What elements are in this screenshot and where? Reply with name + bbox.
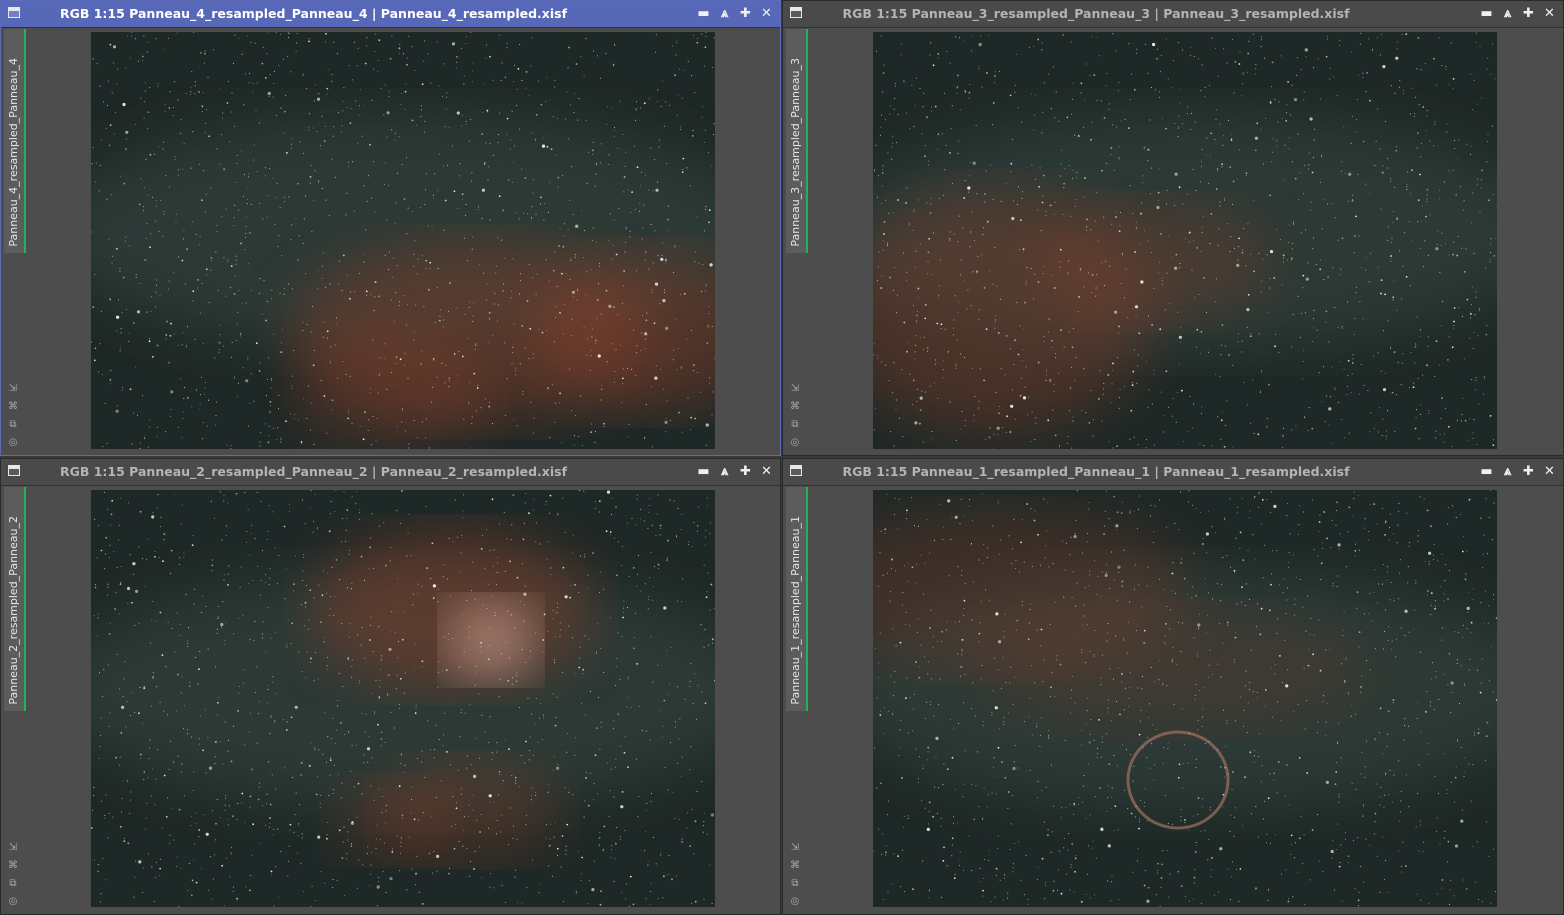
minimize-icon[interactable]: ▬ (696, 464, 711, 479)
view-id-tab[interactable]: Panneau_1_resampled_Panneau_1 (786, 487, 808, 711)
astro-image (91, 32, 715, 449)
image-window-panneau-1[interactable]: RGB 1:15 Panneau_1_resampled_Panneau_1 |… (782, 458, 1564, 915)
mask-icon[interactable]: ◎ (7, 896, 19, 908)
window-menu-icon[interactable] (790, 465, 802, 476)
window-title: RGB 1:15 Panneau_1_resampled_Panneau_1 |… (842, 464, 1350, 479)
zoom-icon[interactable]: ⌘ (789, 860, 801, 872)
window-title: RGB 1:15 Panneau_4_resampled_Panneau_4 |… (59, 6, 568, 21)
shade-icon[interactable]: ⩓ (1500, 464, 1515, 479)
maximize-icon[interactable]: ✚ (738, 464, 753, 479)
image-window-panneau-2[interactable]: RGB 1:15 Panneau_2_resampled_Panneau_2 |… (0, 458, 781, 915)
view-id-label: Panneau_2_resampled_Panneau_2 (7, 516, 20, 705)
image-canvas[interactable] (91, 32, 715, 449)
zoom-icon[interactable]: ⌘ (7, 401, 19, 413)
view-id-tab[interactable]: Panneau_4_resampled_Panneau_4 (4, 29, 26, 253)
mask-icon[interactable]: ◎ (789, 437, 801, 449)
view-id-label: Panneau_3_resampled_Panneau_3 (789, 58, 802, 247)
maximize-icon[interactable]: ✚ (1521, 464, 1536, 479)
close-icon[interactable]: ✕ (1542, 464, 1557, 479)
astro-image (873, 32, 1497, 449)
shade-icon[interactable]: ⩓ (1500, 6, 1515, 21)
close-icon[interactable]: ✕ (1542, 6, 1557, 21)
image-window-panneau-3[interactable]: RGB 1:15 Panneau_3_resampled_Panneau_3 |… (782, 0, 1564, 456)
window-menu-icon[interactable] (790, 7, 802, 18)
minimize-icon[interactable]: ▬ (696, 6, 711, 21)
clone-icon[interactable]: ⧉ (789, 419, 801, 431)
minimize-icon[interactable]: ▬ (1479, 6, 1494, 21)
window-menu-icon[interactable] (8, 465, 20, 476)
maximize-icon[interactable]: ✚ (738, 6, 753, 21)
close-icon[interactable]: ✕ (759, 6, 774, 21)
window-titlebar[interactable]: RGB 1:15 Panneau_3_resampled_Panneau_3 |… (783, 1, 1563, 28)
window-titlebar[interactable]: RGB 1:15 Panneau_1_resampled_Panneau_1 |… (783, 459, 1563, 486)
fit-view-icon[interactable]: ⇲ (7, 842, 19, 854)
fit-view-icon[interactable]: ⇲ (789, 842, 801, 854)
view-id-label: Panneau_1_resampled_Panneau_1 (789, 516, 802, 705)
image-canvas[interactable] (873, 490, 1497, 907)
clone-icon[interactable]: ⧉ (7, 878, 19, 890)
zoom-icon[interactable]: ⌘ (789, 401, 801, 413)
window-titlebar[interactable]: RGB 1:15 Panneau_4_resampled_Panneau_4 |… (1, 1, 780, 28)
shade-icon[interactable]: ⩓ (717, 464, 732, 479)
clone-icon[interactable]: ⧉ (789, 878, 801, 890)
mask-icon[interactable]: ◎ (789, 896, 801, 908)
window-title: RGB 1:15 Panneau_2_resampled_Panneau_2 |… (59, 464, 568, 479)
maximize-icon[interactable]: ✚ (1521, 6, 1536, 21)
window-titlebar[interactable]: RGB 1:15 Panneau_2_resampled_Panneau_2 |… (1, 459, 780, 486)
fit-view-icon[interactable]: ⇲ (7, 383, 19, 395)
clone-icon[interactable]: ⧉ (7, 419, 19, 431)
view-id-label: Panneau_4_resampled_Panneau_4 (7, 58, 20, 247)
astro-image (91, 490, 715, 907)
image-window-panneau-4[interactable]: RGB 1:15 Panneau_4_resampled_Panneau_4 |… (0, 0, 781, 456)
view-id-tab[interactable]: Panneau_3_resampled_Panneau_3 (786, 29, 808, 253)
window-title: RGB 1:15 Panneau_3_resampled_Panneau_3 |… (842, 6, 1350, 21)
zoom-icon[interactable]: ⌘ (7, 860, 19, 872)
astro-image (873, 490, 1497, 907)
image-canvas[interactable] (91, 490, 715, 907)
close-icon[interactable]: ✕ (759, 464, 774, 479)
window-menu-icon[interactable] (8, 7, 20, 18)
view-id-tab[interactable]: Panneau_2_resampled_Panneau_2 (4, 487, 26, 711)
image-canvas[interactable] (873, 32, 1497, 449)
shade-icon[interactable]: ⩓ (717, 6, 732, 21)
minimize-icon[interactable]: ▬ (1479, 464, 1494, 479)
fit-view-icon[interactable]: ⇲ (789, 383, 801, 395)
mask-icon[interactable]: ◎ (7, 437, 19, 449)
